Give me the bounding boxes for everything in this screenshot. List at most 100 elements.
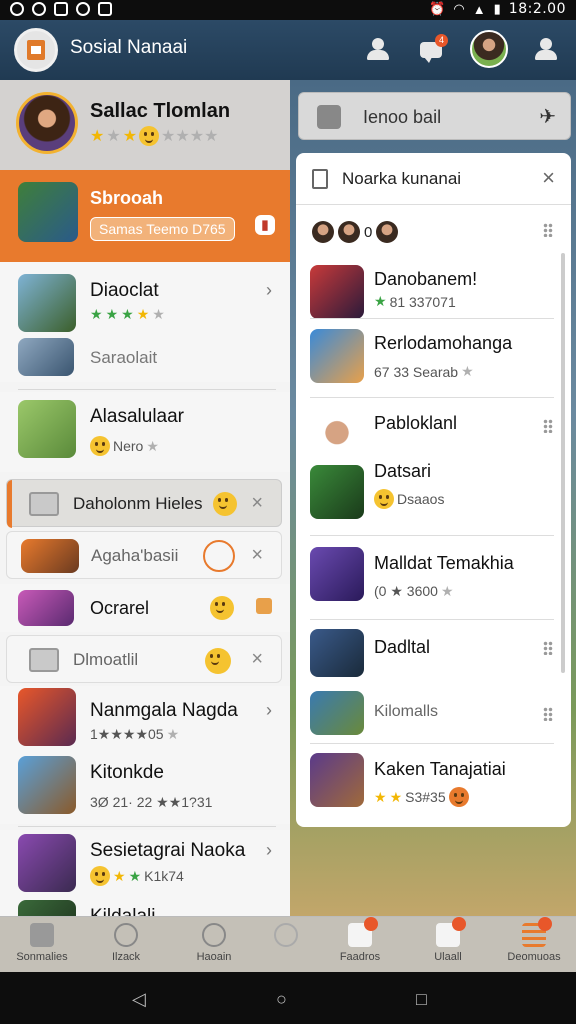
featured-thumbnail <box>18 182 78 242</box>
clock: 18:2.00 <box>508 1 566 17</box>
item-title: Saraolait <box>90 348 158 367</box>
save-icon[interactable]: ▮ <box>255 215 275 235</box>
plane-icon[interactable]: ✈ <box>539 104 556 129</box>
friends-icon[interactable] <box>532 36 560 64</box>
drag-handle-icon[interactable] <box>543 641 553 655</box>
close-icon[interactable]: × <box>542 165 555 191</box>
notification-icon <box>10 2 24 16</box>
item-title: Kitonkde <box>90 762 164 783</box>
notification-item-meta: ★ 81 337071 <box>374 293 456 310</box>
item-title: Ocrarel <box>90 598 150 618</box>
nav-item-chat[interactable]: Ulaall <box>408 917 488 963</box>
back-button[interactable]: ◁ <box>132 989 146 1010</box>
alarm-icon: ⏰ <box>429 1 446 16</box>
profile-card[interactable]: Sallac Tlomlan ★ ★ ★ ★★★★ <box>0 80 290 170</box>
item-title: Kildalali <box>90 906 155 916</box>
notification-item-meta: 67 33 Searab ★ <box>374 363 474 380</box>
list-item[interactable]: Kitonkde 3Ø 21· 22 ★★1?31 <box>0 754 290 824</box>
item-thumbnail <box>18 400 76 458</box>
item-title: Nanmgala Nagda <box>90 700 238 721</box>
item-thumbnail <box>18 900 76 916</box>
nav-item-messages[interactable]: Faadros <box>320 917 400 963</box>
notification-header: Noarka kunanai × <box>296 153 571 205</box>
item-thumbnail <box>18 756 76 814</box>
item-thumbnail <box>18 834 76 892</box>
nav-item-search[interactable]: Ilzack <box>86 923 166 963</box>
close-icon[interactable]: × <box>251 492 263 515</box>
user-avatar[interactable] <box>470 30 508 68</box>
bookmark-icon[interactable] <box>256 598 272 614</box>
profile-avatar <box>16 92 78 154</box>
notification-item-meta: ★ ★ S3#35 <box>374 787 469 807</box>
signal-icon: ▲ <box>472 1 486 17</box>
list-item[interactable]: Nanmgala Nagda 1★★★★05 ★ › <box>0 686 290 756</box>
menu-icon <box>522 917 552 947</box>
chevron-right-icon[interactable]: › <box>266 840 272 861</box>
close-icon[interactable]: × <box>251 648 263 671</box>
chevron-right-icon[interactable]: › <box>266 280 272 301</box>
list-item[interactable]: Ocrarel <box>0 584 290 632</box>
magnifier-icon <box>114 923 138 947</box>
item-title: Alasalulaar <box>90 406 184 427</box>
sync-icon <box>32 2 46 16</box>
drag-handle-icon[interactable] <box>543 707 553 721</box>
item-thumbnail <box>21 539 79 573</box>
list-item[interactable]: Alasalulaar Nero ★ <box>0 392 290 472</box>
profile-icon[interactable] <box>364 36 392 64</box>
notification-thumbnail <box>310 691 364 735</box>
item-title: Diaoclat <box>90 280 159 301</box>
location-icon <box>76 2 90 16</box>
item-thumbnail <box>18 274 76 332</box>
bottom-nav: Sonmalies Ilzack Haoain Faadros Ulaall D… <box>0 916 576 972</box>
status-ring-icon <box>203 540 235 572</box>
close-icon[interactable]: × <box>251 544 263 567</box>
chat-badge: 4 <box>435 34 448 47</box>
wifi-icon: ◠ <box>453 1 465 16</box>
chat-icon[interactable]: 4 <box>418 34 448 64</box>
notification-thumbnail <box>310 265 364 319</box>
notification-item-title: Pabloklanl <box>374 413 458 433</box>
notification-item-meta: (0 ★ 3600 ★ <box>374 583 454 599</box>
clipboard-icon <box>312 169 328 189</box>
list-item[interactable]: Diaoclat ★ ★ ★ ★ ★ › Saraolait <box>0 262 290 382</box>
system-nav-bar: ◁ ○ □ <box>0 972 576 1024</box>
notification-panel: Noarka kunanai × 0 Danobanem! ★ 81 337071… <box>296 153 571 827</box>
smile-emoji-icon <box>210 596 234 620</box>
drag-handle-icon[interactable] <box>543 419 553 433</box>
drag-handle-icon[interactable] <box>543 223 553 237</box>
search-icon <box>202 923 226 947</box>
home-icon <box>30 923 54 947</box>
recents-button[interactable]: □ <box>416 989 427 1010</box>
notification-thumbnail <box>310 465 364 519</box>
nav-item-center[interactable] <box>246 923 326 951</box>
nav-item-explore[interactable]: Haoain <box>174 923 254 963</box>
list-item[interactable]: Sesietagrai Naoka ★ ★ K1k74 › <box>0 830 290 900</box>
featured-item[interactable]: Sbrooah Samas Teemo D765 ▮ <box>0 170 290 262</box>
nav-item-menu[interactable]: Deomuoas <box>494 917 574 963</box>
featured-tag: Samas Teemo D765 <box>90 217 235 241</box>
notification-item-title: Datsari <box>374 461 432 481</box>
lock-icon <box>317 105 341 129</box>
profile-name: Sallac Tlomlan <box>90 100 231 122</box>
search-box[interactable]: Ienoo bail ✈ <box>298 92 571 140</box>
app-title: Sosial Nanaai <box>70 37 188 58</box>
nav-item-home[interactable]: Sonmalies <box>2 923 82 963</box>
notification-thumbnail <box>310 629 364 677</box>
notification-item-title: Malldat Temakhia <box>374 553 514 573</box>
toast-notification[interactable]: Dlmoatlil × <box>6 635 282 683</box>
inbox-icon <box>348 917 378 947</box>
scrollbar[interactable] <box>561 253 565 673</box>
profile-rating: ★ ★ ★ ★★★★ <box>90 126 219 146</box>
notification-title: Noarka kunanai <box>342 169 462 188</box>
search-label: Ienoo bail <box>363 107 442 127</box>
notification-item-title: Rerlodamohanga <box>374 333 513 353</box>
chevron-right-icon[interactable]: › <box>266 700 272 721</box>
battery-icon: ▮ <box>493 1 501 16</box>
house-icon <box>27 40 45 60</box>
item-title: Sesietagrai Naoka <box>90 840 246 861</box>
list-item[interactable]: Kildalali <box>0 896 290 916</box>
toast-notification[interactable]: Daholonm Hieles × <box>6 479 282 528</box>
app-logo[interactable] <box>14 28 58 72</box>
home-button[interactable]: ○ <box>276 989 287 1010</box>
toast-notification[interactable]: Agaha'basii × <box>6 531 282 579</box>
